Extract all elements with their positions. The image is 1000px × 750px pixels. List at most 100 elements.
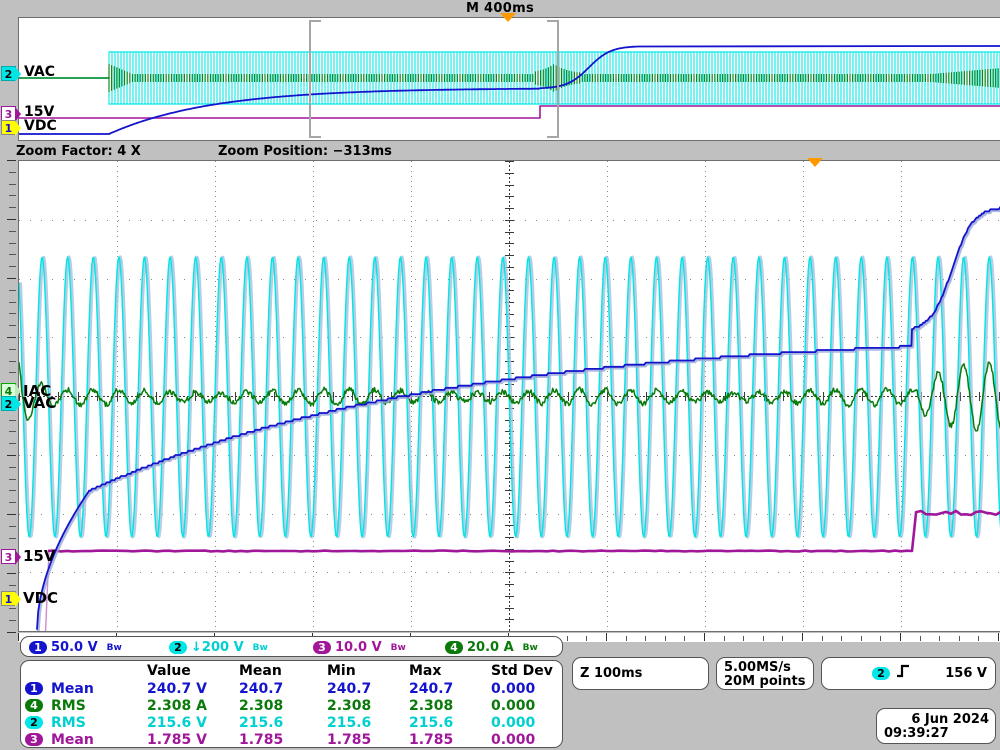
measurement-name: RMS (51, 698, 86, 714)
scale-group-ch2[interactable]: 2 ↓ 200 V Bᴡ (169, 637, 268, 658)
ruler-tick (9, 585, 16, 586)
ruler-tick (743, 636, 744, 641)
bandwidth-limit-icon-ch1: Bᴡ (107, 643, 122, 653)
zoom-label-vdc: VDC (23, 589, 58, 607)
ruler-tick (9, 538, 16, 539)
scale-value-ch3: 10.0 V (335, 640, 382, 655)
zoom-marker-ch1[interactable]: 1 (1, 591, 16, 606)
measurement-chip-ch4: 4 (25, 699, 43, 712)
overview-traces (19, 18, 1000, 141)
measurement-min: 240.7 (323, 680, 405, 697)
scale-value-ch2: 200 V (202, 640, 244, 655)
measurement-row-label: 3 Mean (21, 731, 143, 748)
zoom-timebase-value: Z 100ms (580, 666, 642, 681)
table-row[interactable]: 1 Mean 240.7 V 240.7 240.7 240.7 0.000 (21, 680, 562, 697)
ruler-tick (18, 633, 19, 641)
measurement-max: 215.6 (405, 714, 487, 731)
ruler-tick (9, 290, 16, 291)
ruler-tick (9, 302, 16, 303)
zoom-region-bracket-left[interactable] (309, 20, 321, 138)
measurement-std: 0.000 (487, 680, 562, 697)
time-value: 09:39:27 (884, 726, 949, 741)
table-row[interactable]: 3 Mean 1.785 V 1.785 1.785 1.785 0.000 (21, 731, 562, 748)
ruler-tick (645, 636, 646, 641)
measurement-max: 2.308 (405, 697, 487, 714)
overview-marker-ch3[interactable]: 3 (1, 106, 16, 121)
ruler-tick (9, 361, 16, 362)
ruler-tick (900, 633, 901, 641)
ruler-tick (9, 231, 16, 232)
bandwidth-limit-icon-ch4: Bᴡ (523, 643, 538, 653)
date-value: 6 Jun 2024 (911, 712, 989, 727)
overview-label-vac: VAC (24, 64, 55, 80)
zoom-marker-ch2[interactable]: 2 (1, 396, 16, 411)
zoom-position-label: Zoom Position: −313ms (218, 143, 392, 160)
zoom-marker-ch3[interactable]: 3 (1, 549, 16, 564)
ruler-tick (782, 636, 783, 641)
measurement-header-value: Value (143, 662, 235, 680)
measurement-row-label: 4 RMS (21, 697, 143, 714)
ruler-tick (822, 636, 823, 641)
measurement-table[interactable]: Value Mean Min Max Std Dev 1 Mean 240.7 … (20, 660, 563, 748)
zoom-timebase-box[interactable]: Z 100ms (572, 657, 709, 690)
table-row[interactable]: 4 RMS 2.308 A 2.308 2.308 2.308 0.000 (21, 697, 562, 714)
ruler-tick (7, 278, 16, 279)
ruler-tick (586, 636, 587, 641)
measurement-name: Mean (51, 732, 94, 748)
zoom-waveform-window[interactable] (18, 160, 1000, 632)
ruler-tick (567, 636, 568, 641)
scale-chip-ch3: 3 (313, 641, 331, 654)
measurement-name: RMS (51, 715, 86, 731)
zoom-marker-ch3-id: 3 (5, 551, 13, 564)
ruler-tick (9, 479, 16, 480)
ruler-tick (9, 372, 16, 373)
scale-value-ch1: 50.0 V (51, 640, 98, 655)
ruler-tick (9, 266, 16, 267)
measurement-min: 215.6 (323, 714, 405, 731)
measurement-mean: 240.7 (235, 680, 323, 697)
zoom-label-15v: 15V (23, 547, 55, 565)
overview-marker-ch1-id: 1 (5, 122, 13, 135)
ruler-tick (861, 636, 862, 641)
measurement-min: 2.308 (323, 697, 405, 714)
trigger-rising-edge-icon (896, 664, 910, 678)
datetime-box: 6 Jun 2024 09:39:27 (876, 708, 996, 744)
acquisition-box[interactable]: 5.00MS/s 20M points (716, 657, 814, 690)
measurement-value: 240.7 V (143, 680, 235, 697)
overview-trigger-position-marker[interactable] (500, 13, 516, 22)
zoom-factor-label: Zoom Factor: 4 X (16, 143, 141, 160)
zoom-traces (19, 161, 1000, 632)
scale-group-ch3[interactable]: 3 10.0 V Bᴡ (313, 637, 406, 658)
ruler-tick (9, 184, 16, 185)
bandwidth-limit-icon-ch3: Bᴡ (391, 643, 406, 653)
zoom-region-bracket-right[interactable] (547, 20, 559, 138)
ruler-tick (9, 490, 16, 491)
measurement-std: 0.000 (487, 697, 562, 714)
measurement-header-stddev: Std Dev (487, 662, 562, 680)
measurement-name: Mean (51, 681, 94, 697)
zoom-trigger-position-marker[interactable] (807, 158, 823, 167)
scale-group-ch4[interactable]: 4 20.0 A Bᴡ (445, 637, 538, 658)
measurement-value: 1.785 V (143, 731, 235, 748)
ruler-tick (7, 160, 16, 161)
measurement-mean: 1.785 (235, 731, 323, 748)
zoom-label-vac: VAC (23, 394, 56, 412)
ruler-tick (665, 636, 666, 641)
bandwidth-limit-icon-ch2: Bᴡ (253, 643, 268, 653)
ruler-tick (9, 172, 16, 173)
ruler-tick (939, 636, 940, 641)
ruler-tick (9, 207, 16, 208)
trigger-box[interactable]: 2 156 V (821, 657, 996, 690)
ruler-tick (920, 636, 921, 641)
overview-marker-ch1[interactable]: 1 (1, 120, 16, 135)
table-row[interactable]: 2 RMS 215.6 V 215.6 215.6 215.6 0.000 (21, 714, 562, 731)
trigger-source-chip: 2 (872, 667, 890, 680)
ruler-tick (880, 636, 881, 641)
overview-waveform-window[interactable] (18, 17, 1000, 141)
overview-marker-ch2[interactable]: 2 (1, 66, 16, 81)
scale-group-ch1[interactable]: 1 50.0 V Bᴡ (29, 637, 122, 658)
ruler-tick (9, 254, 16, 255)
measurement-std: 0.000 (487, 714, 562, 731)
measurement-chip-ch1: 1 (25, 682, 43, 695)
zoom-info-bar: Zoom Factor: 4 X Zoom Position: −313ms (0, 143, 1000, 160)
